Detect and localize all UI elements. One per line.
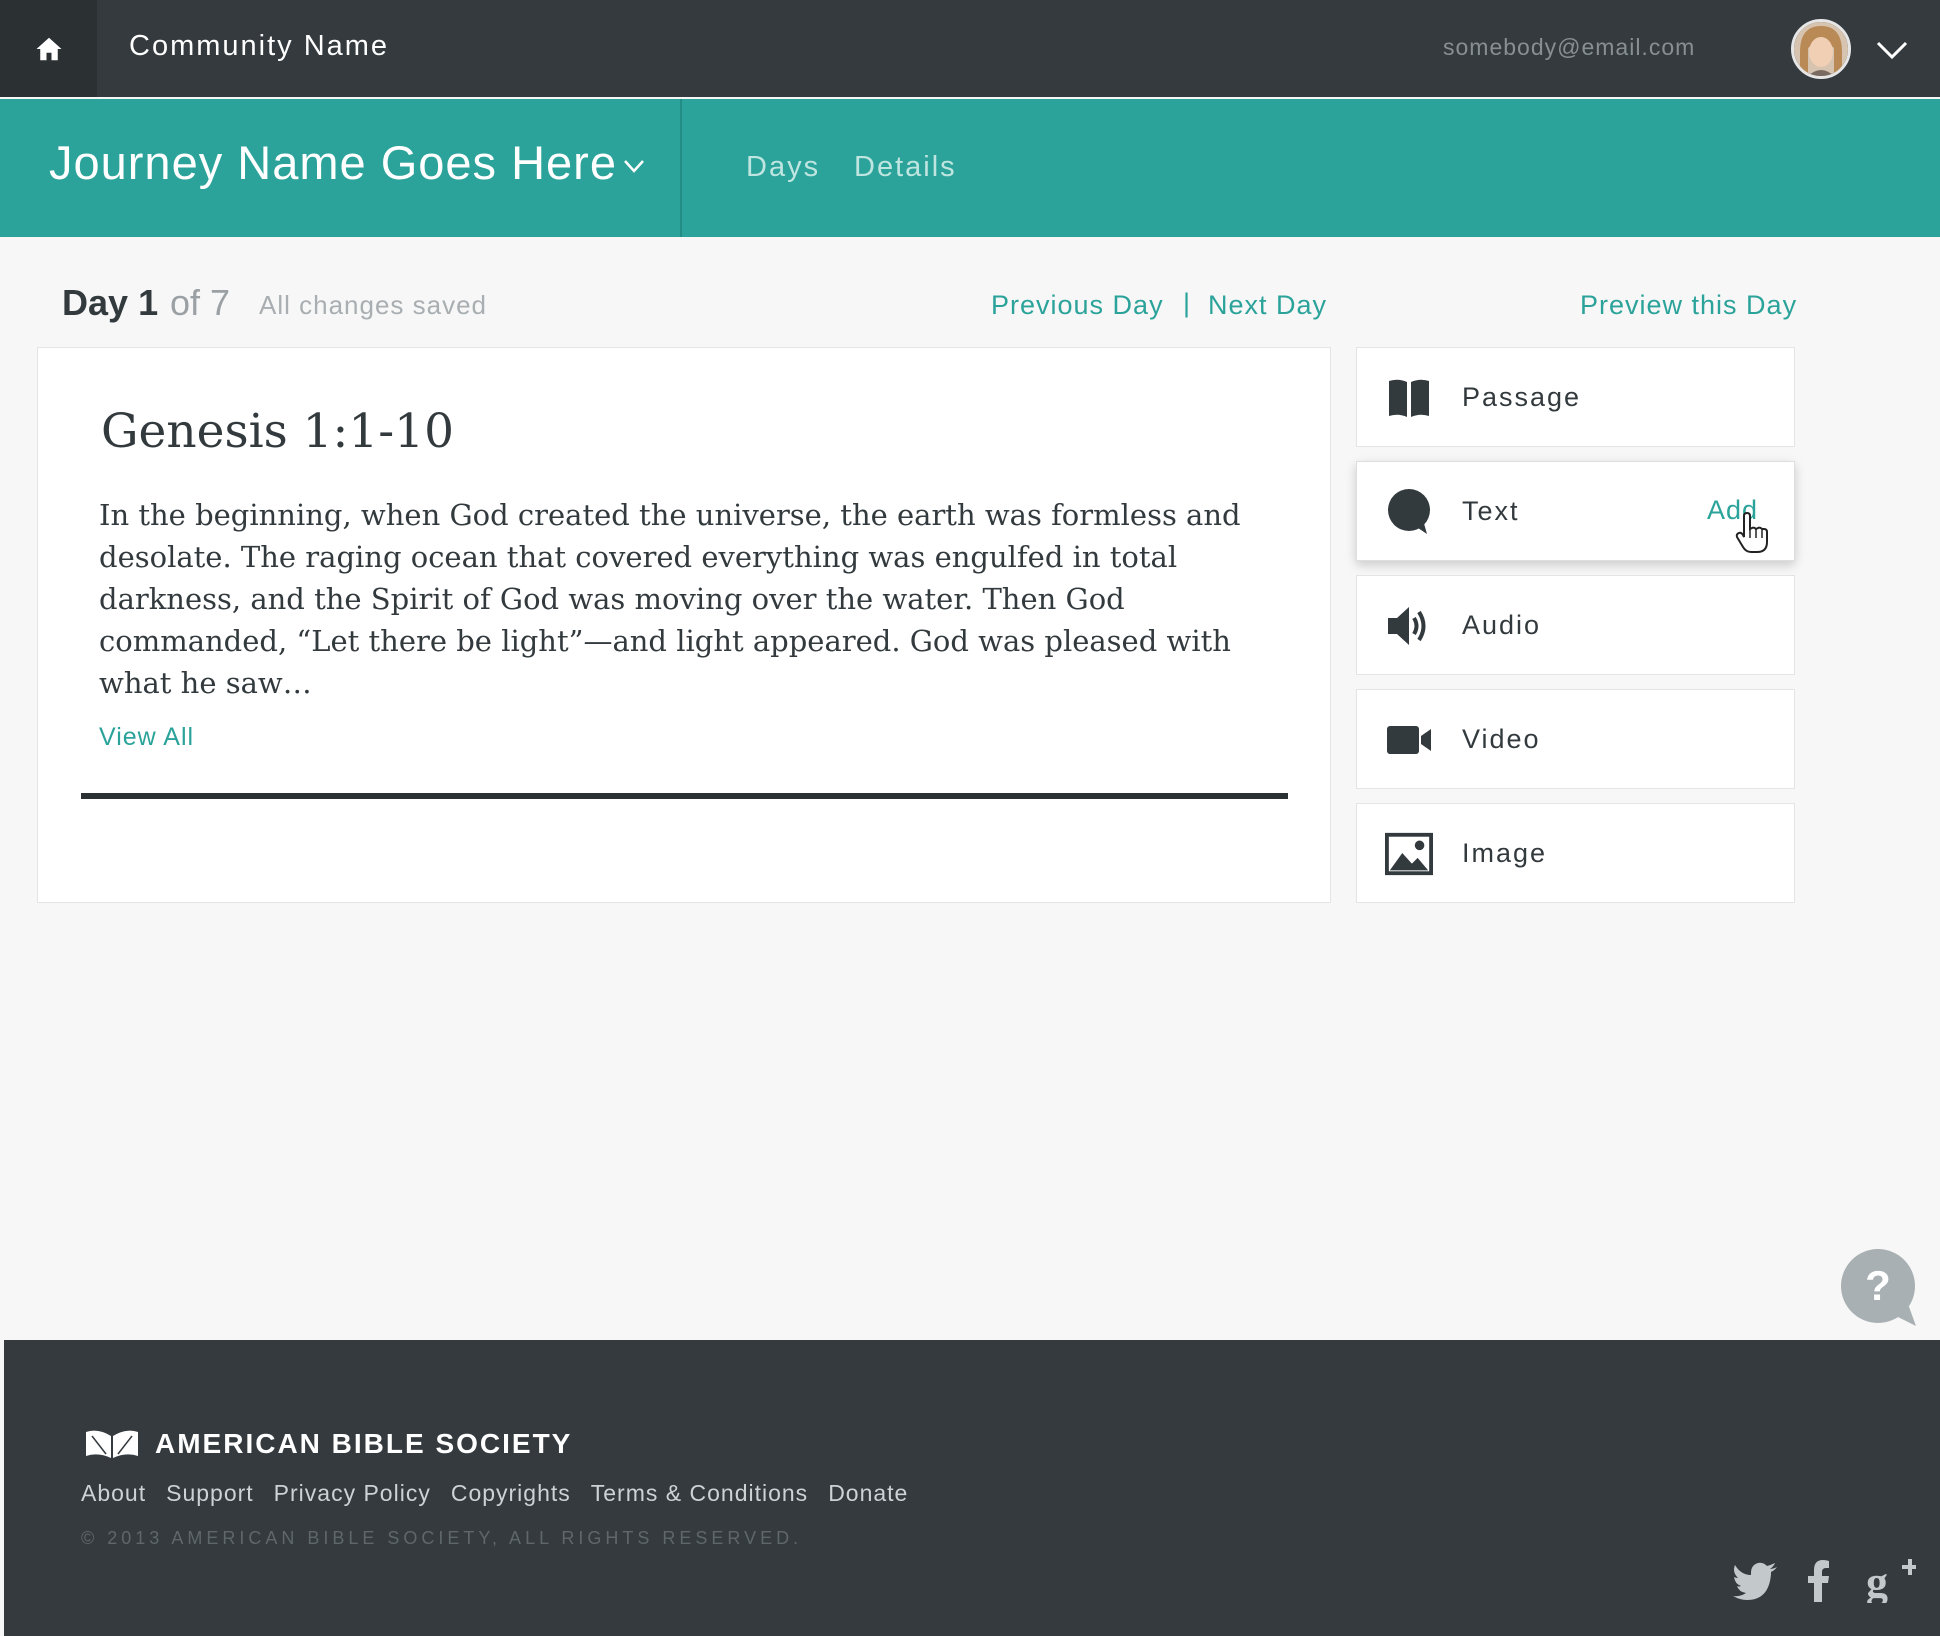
hand-cursor-icon [1735, 512, 1768, 553]
copyright: © 2013 AMERICAN BIBLE SOCIETY, ALL RIGHT… [81, 1528, 803, 1548]
community-name[interactable]: Community Name [129, 30, 389, 63]
nav-separator: | [1183, 288, 1191, 318]
user-email: somebody@email.com [1443, 34, 1696, 60]
previous-day-link[interactable]: Previous Day [991, 290, 1164, 321]
org-name: AMERICAN BIBLE SOCIETY [155, 1428, 573, 1459]
google-plus-icon[interactable]: g [1866, 1558, 1916, 1604]
home-button[interactable] [0, 0, 97, 97]
footer-link-privacy-policy[interactable]: Privacy Policy [274, 1480, 431, 1507]
day-word: Day [62, 282, 129, 323]
tab-details[interactable]: Details [854, 151, 957, 184]
tab-days[interactable]: Days [746, 151, 820, 184]
progress-bar-fill [81, 793, 1288, 799]
svg-text:?: ? [1865, 1262, 1891, 1309]
speaker-icon [1385, 602, 1433, 650]
home-icon [36, 37, 61, 60]
footer-link-copyrights[interactable]: Copyrights [451, 1480, 571, 1507]
content-type-text[interactable]: Text Add [1356, 461, 1795, 561]
content-type-passage[interactable]: Passage [1356, 347, 1795, 447]
journey-title: Journey Name Goes Here [49, 136, 617, 189]
passage-body: In the beginning, when God created the u… [99, 498, 1241, 700]
footer-link-terms[interactable]: Terms & Conditions [591, 1480, 808, 1507]
footer-link-support[interactable]: Support [166, 1480, 254, 1507]
passage-card: Genesis 1:1-10 In the beginning, when Go… [37, 347, 1331, 903]
passage-title: Genesis 1:1-10 [101, 404, 454, 459]
content-type-label: Image [1462, 838, 1548, 868]
svg-text:g: g [1866, 1559, 1888, 1603]
footer: AMERICAN BIBLE SOCIETY About Support Pri… [4, 1340, 1940, 1636]
journey-title-dropdown[interactable]: Journey Name Goes Here [0, 99, 682, 237]
book-icon [1385, 374, 1433, 422]
facebook-icon[interactable] [1804, 1558, 1834, 1604]
preview-day-link[interactable]: Preview this Day [1580, 290, 1797, 321]
day-total: of 7 [170, 282, 231, 323]
twitter-icon[interactable] [1730, 1558, 1780, 1604]
journey-header: Journey Name Goes Here Days Details [0, 99, 1940, 237]
progress-bar [81, 793, 1288, 799]
view-all-link[interactable]: View All [99, 723, 194, 752]
day-indicator: Day 1 [62, 282, 158, 324]
content-type-label: Text [1462, 496, 1520, 526]
content-type-audio[interactable]: Audio [1356, 575, 1795, 675]
day-number: 1 [138, 282, 159, 323]
help-icon[interactable]: ? [1840, 1248, 1920, 1328]
footer-link-about[interactable]: About [81, 1480, 146, 1507]
speech-bubble-icon [1385, 488, 1433, 536]
top-bar: Community Name somebody@email.com [0, 0, 1940, 97]
save-status: All changes saved [259, 290, 488, 320]
content-type-label: Audio [1462, 610, 1542, 640]
image-icon [1385, 830, 1433, 878]
content-type-video[interactable]: Video [1356, 689, 1795, 789]
content-type-image[interactable]: Image [1356, 803, 1795, 903]
content-type-label: Passage [1462, 382, 1582, 412]
avatar-image [1794, 22, 1848, 76]
chevron-down-icon[interactable] [1874, 34, 1910, 64]
footer-links: About Support Privacy Policy Copyrights … [81, 1480, 908, 1507]
bible-society-logo-icon [86, 1430, 138, 1458]
avatar[interactable] [1791, 19, 1851, 79]
video-camera-icon [1385, 716, 1433, 764]
footer-link-donate[interactable]: Donate [828, 1480, 908, 1507]
next-day-link[interactable]: Next Day [1208, 290, 1327, 321]
content-type-label: Video [1462, 724, 1541, 754]
chevron-down-icon [624, 160, 644, 173]
